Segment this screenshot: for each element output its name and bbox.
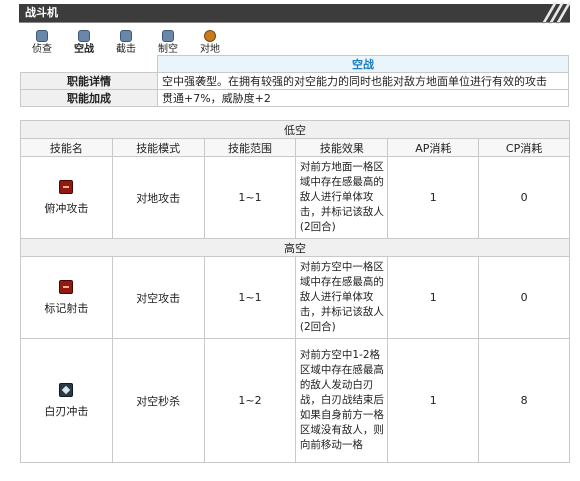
air-combat-icon <box>78 30 90 42</box>
role-heading: 空战 <box>157 55 569 73</box>
page-title: 战斗机 <box>25 6 58 19</box>
page-header: 战斗机 <box>19 2 572 24</box>
tab-intercept[interactable]: 截击 <box>106 30 146 56</box>
skill-name: 白刃冲击 <box>44 404 89 418</box>
skill-name-cell: 俯冲攻击 <box>20 156 113 239</box>
skill-name-cell: 白刃冲击 <box>20 338 113 463</box>
table-row: 标记射击 对空攻击 1~1 对前方空中一格区域中存在感最高的敌人进行单体攻击，并… <box>20 256 570 339</box>
tab-scout[interactable]: 侦查 <box>22 30 62 56</box>
skill-range: 1~1 <box>203 256 297 339</box>
skill-cp: 0 <box>478 256 570 339</box>
tab-air-control[interactable]: 制空 <box>148 30 188 56</box>
info-value-bonus: 贯通+7%，威胁度+2 <box>157 89 569 107</box>
intercept-icon <box>120 30 132 42</box>
scout-icon <box>36 30 48 42</box>
info-row: 职能详情 空中强袭型。在拥有较强的对空能力的同时也能对敌方地面单位进行有效的攻击 <box>20 72 569 90</box>
skill-cp: 0 <box>478 156 570 239</box>
skill-range: 1~2 <box>203 338 297 463</box>
header-stripes-decoration <box>540 2 572 24</box>
skill-range: 1~1 <box>203 156 297 239</box>
table-row: 俯冲攻击 对地攻击 1~1 对前方地面一格区域中存在感最高的敌人进行单体攻击，并… <box>20 156 570 239</box>
skill-mode: 对空秒杀 <box>111 338 205 463</box>
col-cp-cost: CP消耗 <box>478 138 570 157</box>
skill-effect-cell: 对前方地面一格区域中存在感最高的敌人进行单体攻击，并标记该敌人(2回合) <box>295 156 389 239</box>
header-divider <box>19 22 570 23</box>
info-value-details: 空中强袭型。在拥有较强的对空能力的同时也能对敌方地面单位进行有效的攻击 <box>157 72 569 90</box>
skill-effect-cell: 对前方空中一格区域中存在感最高的敌人进行单体攻击，并标记该敌人(2回合) <box>295 256 389 339</box>
col-skill-mode: 技能模式 <box>111 138 205 157</box>
air-control-icon <box>162 30 174 42</box>
skill-effect: 对前方地面一格区域中存在感最高的敌人进行单体攻击，并标记该敌人(2回合) <box>299 161 384 233</box>
skill-ap: 1 <box>387 338 480 463</box>
skills-table: 低空 技能名 技能模式 技能范围 技能效果 AP消耗 CP消耗 俯冲攻击 对地攻… <box>20 120 570 463</box>
ground-attack-icon <box>204 30 216 42</box>
tab-air-combat[interactable]: 空战 <box>64 30 104 56</box>
role-info-table: 空战 职能详情 空中强袭型。在拥有较强的对空能力的同时也能对敌方地面单位进行有效… <box>20 55 569 107</box>
section-high-altitude: 高空 <box>20 238 570 257</box>
column-header-row: 技能名 技能模式 技能范围 技能效果 AP消耗 CP消耗 <box>20 138 570 157</box>
col-skill-name: 技能名 <box>20 138 113 157</box>
skill-name-cell: 标记射击 <box>20 256 113 339</box>
skill-ap: 1 <box>387 156 480 239</box>
skill-effect-cell: 对前方空中1-2格区域中存在感最高的敌人发动白刃战，白刃战结束后如果自身前方一格… <box>295 338 389 463</box>
col-skill-effect: 技能效果 <box>295 138 389 157</box>
dive-attack-icon <box>59 179 74 194</box>
info-label-bonus: 职能加成 <box>20 89 158 107</box>
skill-effect: 对前方空中1-2格区域中存在感最高的敌人发动白刃战，白刃战结束后如果自身前方一格… <box>299 349 384 451</box>
skill-name: 标记射击 <box>44 301 89 315</box>
col-skill-range: 技能范围 <box>203 138 297 157</box>
skill-cp: 8 <box>478 338 570 463</box>
info-row: 职能加成 贯通+7%，威胁度+2 <box>20 89 569 107</box>
info-label-details: 职能详情 <box>20 72 158 90</box>
table-row: 白刃冲击 对空秒杀 1~2 对前方空中1-2格区域中存在感最高的敌人发动白刃战，… <box>20 338 570 463</box>
mark-shot-icon <box>59 279 74 294</box>
tab-ground-attack[interactable]: 对地 <box>190 30 230 56</box>
blade-charge-icon <box>59 382 74 397</box>
section-low-altitude: 低空 <box>20 120 570 139</box>
skill-mode: 对空攻击 <box>111 256 205 339</box>
col-ap-cost: AP消耗 <box>387 138 480 157</box>
skill-effect: 对前方空中一格区域中存在感最高的敌人进行单体攻击，并标记该敌人(2回合) <box>299 261 384 333</box>
skill-ap: 1 <box>387 256 480 339</box>
skill-mode: 对地攻击 <box>111 156 205 239</box>
skill-name: 俯冲攻击 <box>44 201 89 215</box>
